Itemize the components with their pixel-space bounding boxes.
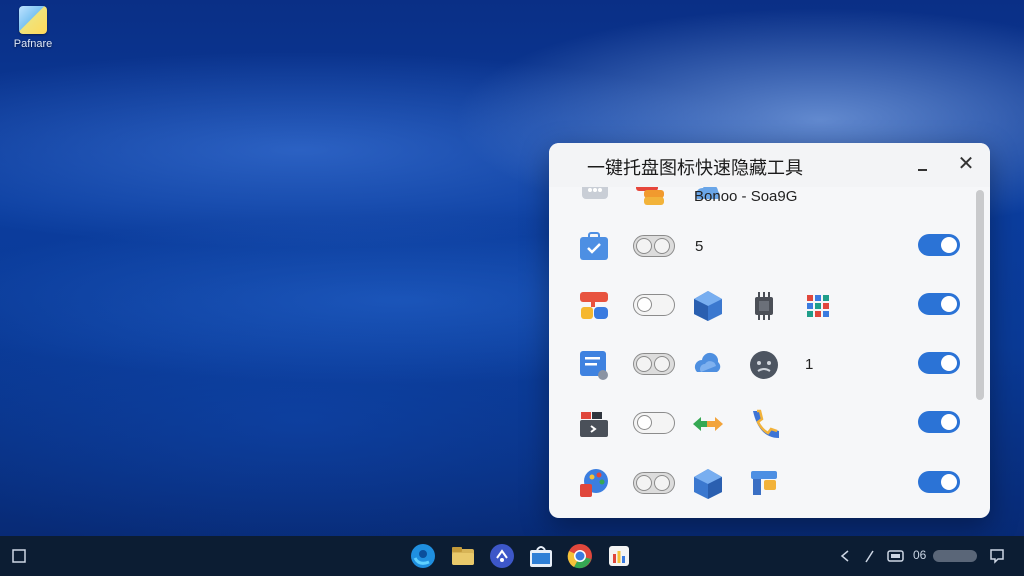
app-store-icon[interactable] (488, 542, 516, 570)
visibility-toggle[interactable] (918, 234, 960, 256)
visibility-toggle[interactable] (918, 471, 960, 493)
toggle-switch[interactable] (633, 353, 675, 375)
layers-icon (636, 187, 664, 205)
minimize-button[interactable] (913, 153, 937, 177)
tray-blurred-icons[interactable] (933, 550, 977, 562)
edge-browser-icon[interactable] (409, 542, 437, 570)
toggle-knob (637, 297, 652, 312)
toggle-knob (636, 356, 652, 372)
list-item[interactable] (549, 289, 969, 339)
chat-bubble-icon (582, 187, 608, 199)
image-file-icon (19, 6, 47, 34)
chrome-icon[interactable] (566, 542, 594, 570)
task-view-icon[interactable] (12, 549, 26, 563)
toggle-knob (636, 238, 652, 254)
folder-icon[interactable] (449, 542, 477, 570)
pen-icon[interactable] (863, 548, 877, 564)
tray-text: 06 (913, 548, 927, 562)
list-item[interactable]: Bonoo - Soa9G (549, 187, 969, 227)
toggle-knob (941, 355, 957, 371)
toggle-knob (654, 356, 670, 372)
toggle-switch[interactable] (633, 412, 675, 434)
list-item[interactable] (549, 467, 969, 517)
phone-icon (753, 409, 779, 438)
row-text: 5 (695, 238, 704, 255)
desktop-icon-label: Pafnare (13, 38, 53, 50)
toggle-knob (941, 296, 957, 312)
toggle-switch[interactable] (633, 294, 675, 316)
visibility-toggle[interactable] (918, 411, 960, 433)
row-text: Bonoo - Soa9G (694, 188, 798, 205)
cube-icon (694, 469, 722, 499)
media-app-icon[interactable] (605, 542, 633, 570)
list-item[interactable] (549, 407, 969, 457)
desktop-icon[interactable]: Pafnare (6, 6, 60, 50)
window-title: 一键托盘图标快速隐藏工具 (587, 158, 803, 178)
close-button[interactable]: ✕ (953, 151, 979, 177)
toggle-knob (941, 237, 957, 253)
briefcase-icon (580, 232, 608, 260)
toggle-knob (637, 415, 652, 430)
shapes-icon (580, 292, 608, 319)
toggle-knob (636, 475, 652, 491)
app-window: 一键托盘图标快速隐藏工具 ✕ Bonoo - Soa9G 5 1 (549, 143, 990, 518)
battery-icon[interactable] (887, 548, 905, 564)
toggle-switch[interactable] (633, 472, 675, 494)
notes-icon (580, 351, 608, 380)
toggle-knob (654, 238, 670, 254)
toggle-switch[interactable] (633, 235, 675, 257)
terminal-icon (580, 412, 608, 437)
visibility-toggle[interactable] (918, 352, 960, 374)
grid-icon (807, 295, 829, 317)
list-item[interactable]: 5 (549, 230, 969, 280)
scrollbar-thumb[interactable] (976, 190, 984, 400)
cloud-icon (694, 352, 721, 372)
face-icon (750, 351, 778, 379)
cube-icon (694, 291, 722, 321)
arrows-icon (693, 417, 723, 431)
puzzle-icon (751, 471, 777, 495)
list-item[interactable]: 1 (549, 348, 969, 398)
palette-icon (580, 469, 608, 497)
tray-icon-list: Bonoo - Soa9G 5 1 (549, 187, 969, 518)
row-text: 1 (805, 356, 814, 373)
taskbar: 06 (0, 536, 1024, 576)
title-bar[interactable]: 一键托盘图标快速隐藏工具 ✕ (549, 143, 990, 187)
toggle-knob (941, 414, 957, 430)
visibility-toggle[interactable] (918, 293, 960, 315)
toggle-knob (654, 475, 670, 491)
toggle-knob (941, 474, 957, 490)
store-bag-icon[interactable] (527, 542, 555, 570)
chip-icon (755, 292, 773, 320)
chevron-up-icon[interactable] (838, 548, 854, 564)
notification-icon[interactable] (989, 548, 1005, 564)
